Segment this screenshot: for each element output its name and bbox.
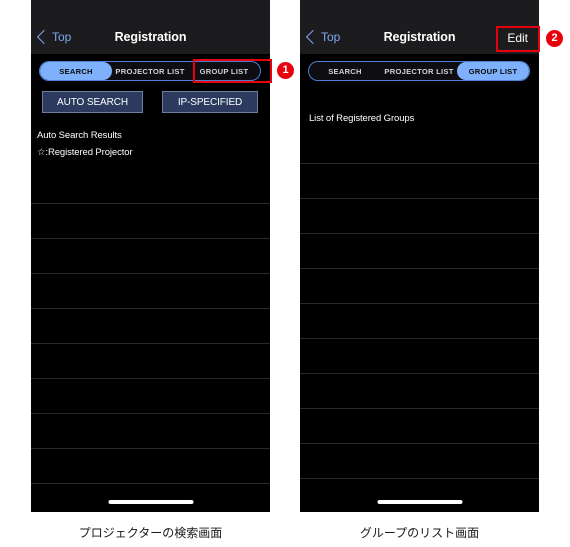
list-item[interactable] (300, 233, 539, 268)
list-item[interactable] (31, 483, 270, 512)
list-item[interactable] (300, 338, 539, 373)
segment-search[interactable]: SEARCH (40, 62, 112, 80)
list-item[interactable] (300, 408, 539, 443)
callout-badge-1: 1 (277, 62, 294, 79)
list-item[interactable] (31, 273, 270, 308)
registered-projector-legend: ☆:Registered Projector (37, 147, 133, 158)
list-item[interactable] (300, 373, 539, 408)
list-item[interactable] (31, 203, 270, 238)
segment-projector-list[interactable]: PROJECTOR LIST (381, 62, 457, 80)
home-indicator (108, 500, 193, 504)
projector-result-list[interactable] (31, 203, 270, 512)
auto-search-button[interactable]: AUTO SEARCH (42, 91, 143, 113)
action-button-row: AUTO SEARCH IP-SPECIFIED (31, 91, 270, 113)
page-title: Registration (114, 30, 187, 44)
list-item[interactable] (300, 198, 539, 233)
list-item[interactable] (31, 413, 270, 448)
highlight-box-edit (496, 26, 540, 52)
home-indicator (377, 500, 462, 504)
navigation-bar: Top Registration (31, 0, 270, 54)
segment-projector-list[interactable]: PROJECTOR LIST (112, 62, 188, 80)
group-list[interactable] (300, 163, 539, 512)
list-item[interactable] (31, 238, 270, 273)
list-item[interactable] (300, 268, 539, 303)
list-item[interactable] (300, 303, 539, 338)
segmented-control[interactable]: SEARCH PROJECTOR LIST GROUP LIST (308, 61, 530, 81)
auto-search-results-label: Auto Search Results (37, 130, 122, 141)
list-item[interactable] (300, 163, 539, 198)
list-item[interactable] (31, 308, 270, 343)
ip-specified-button[interactable]: IP-SPECIFIED (162, 91, 258, 113)
segment-group-list[interactable]: GROUP LIST (457, 62, 529, 80)
list-item[interactable] (31, 343, 270, 378)
caption-projector-search: プロジェクターの検索画面 (78, 526, 223, 540)
highlight-box-group-list (193, 59, 272, 83)
registered-groups-label: List of Registered Groups (309, 113, 415, 124)
list-item[interactable] (300, 443, 539, 478)
segment-search[interactable]: SEARCH (309, 62, 381, 80)
caption-group-list: グループのリスト画面 (359, 526, 480, 540)
list-item[interactable] (300, 478, 539, 512)
phone-screen-group-list: Top Registration Edit SEARCH PROJECTOR L… (300, 0, 539, 512)
list-item[interactable] (31, 378, 270, 413)
list-item[interactable] (31, 448, 270, 483)
callout-badge-2: 2 (546, 30, 563, 47)
